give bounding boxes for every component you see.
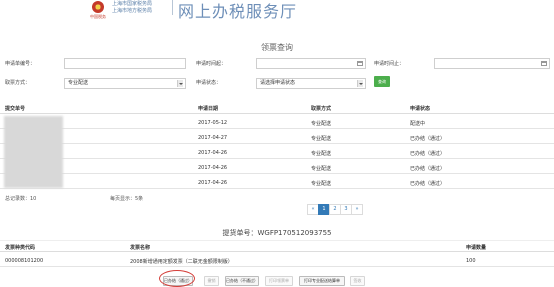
apply-no-input[interactable] — [64, 58, 186, 69]
status-select[interactable]: 请选择申请状态 — [256, 78, 366, 89]
status-select-value: 请选择申请状态 — [260, 80, 296, 86]
status-label: 申请状态： — [196, 80, 222, 86]
col-header-quantity: 申请数量 — [466, 245, 487, 251]
table-row[interactable]: 2017-04-26 专业配送 已办结（通过） — [0, 145, 554, 159]
header-org-line1: 上海市国家税务局 — [112, 1, 153, 7]
invoice-quantity: 100 — [466, 258, 476, 264]
revoke-button[interactable]: 撤销 — [204, 276, 219, 286]
col-header-date: 申请日期 — [198, 106, 219, 112]
pickup-number: 提货单号：WGFP170512093755 — [222, 229, 332, 237]
table-row[interactable]: 2017-04-26 专业配送 已办结（通过） — [0, 160, 554, 174]
end-date-label: 申请时间止： — [374, 61, 405, 67]
start-date-input[interactable] — [256, 58, 366, 69]
row-date: 2017-04-27 — [198, 135, 228, 141]
page-title: 领票查询 — [261, 43, 293, 52]
row-method: 专业配送 — [311, 181, 332, 187]
calendar-icon[interactable] — [357, 61, 363, 66]
site-title: 网上办税服务厅 — [178, 2, 298, 21]
print-settlement-button[interactable]: 打印专业配送结算单 — [299, 276, 345, 286]
header-org-line2: 上海市地方税务局 — [112, 8, 153, 14]
row-date: 2017-05-12 — [198, 120, 228, 126]
method-label: 取票方式： — [5, 80, 31, 86]
chevron-down-icon[interactable] — [177, 80, 183, 87]
redacted-submit-numbers — [4, 116, 63, 188]
end-date-input[interactable] — [434, 58, 550, 69]
table-row[interactable]: 2017-05-12 专业配送 配送中 — [0, 115, 554, 129]
table-row[interactable]: 2017-04-27 专业配送 已办结（通过） — [0, 130, 554, 144]
row-status: 已办结（通过） — [410, 151, 446, 157]
row-method: 专业配送 — [311, 121, 332, 127]
invoice-code: 000008101200 — [5, 258, 44, 264]
invoice-table-header: 发票种类代码 发票名称 申请数量 — [0, 240, 554, 252]
highlight-circle — [159, 270, 195, 287]
logo-subtitle: 中国税务 — [90, 14, 106, 19]
row-method: 专业配送 — [311, 166, 332, 172]
next-page-button[interactable]: » — [351, 204, 363, 215]
row-status: 配送中 — [410, 121, 426, 127]
row-date: 2017-04-26 — [198, 165, 228, 171]
calendar-icon[interactable] — [541, 61, 547, 66]
sign-receipt-button[interactable]: 签收 — [350, 276, 365, 286]
col-header-submit-no: 提交单号 — [5, 106, 26, 112]
row-date: 2017-04-26 — [198, 180, 228, 186]
apply-no-label: 申请单编号： — [5, 61, 36, 67]
col-header-status: 申请状态 — [410, 106, 431, 112]
col-header-invoice-name: 发票名称 — [130, 245, 151, 251]
invoice-name: 2008新增通用定额发票（二联无金额限制版） — [130, 259, 233, 265]
pagination: « 1 2 3 » — [307, 204, 363, 215]
col-header-invoice-code: 发票种类代码 — [5, 245, 36, 251]
method-select[interactable]: 专业配送 — [64, 78, 186, 89]
row-status: 已办结（通过） — [410, 166, 446, 172]
header-divider — [172, 0, 173, 15]
row-status: 已办结（通过） — [410, 181, 446, 187]
row-date: 2017-04-26 — [198, 150, 228, 156]
row-status: 已办结（通过） — [410, 136, 446, 142]
reject-button[interactable]: 已办结（不通过） — [225, 276, 259, 286]
start-date-label: 申请时间起： — [196, 61, 227, 67]
row-method: 专业配送 — [311, 136, 332, 142]
query-button[interactable]: 查询 — [374, 76, 390, 87]
total-records: 总记录数：10 — [5, 196, 37, 202]
row-method: 专业配送 — [311, 151, 332, 157]
action-bar: 已办结（通过） 撤销 已办结（不通过） 打印领票单 打印专业配送结算单 签收 — [0, 276, 554, 286]
method-select-value: 专业配送 — [68, 80, 89, 86]
table-row[interactable]: 2017-04-26 专业配送 已办结（通过） — [0, 175, 554, 189]
per-page: 每页显示：5条 — [110, 196, 144, 202]
print-pickup-button[interactable]: 打印领票单 — [265, 276, 293, 286]
tax-emblem-icon — [92, 1, 104, 13]
invoice-row: 000008101200 2008新增通用定额发票（二联无金额限制版） 100 — [0, 253, 554, 267]
site-header: 中国税务 上海市国家税务局 上海市地方税务局 网上办税服务厅 — [0, 0, 554, 26]
chevron-down-icon[interactable] — [357, 80, 363, 87]
results-table-header: 提交单号 申请日期 取票方式 申请状态 — [0, 102, 554, 114]
col-header-method: 取票方式 — [311, 106, 332, 112]
